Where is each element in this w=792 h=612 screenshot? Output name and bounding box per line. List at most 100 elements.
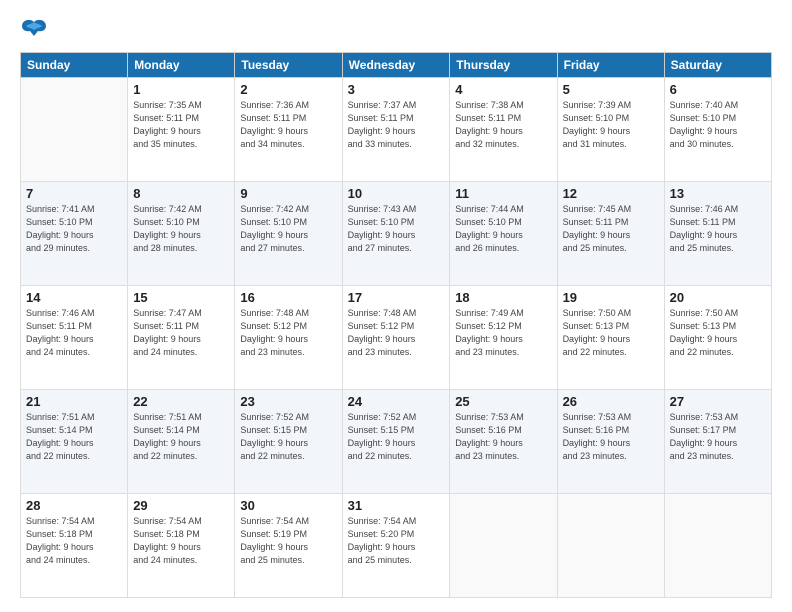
day-info: Sunrise: 7:46 AMSunset: 5:11 PMDaylight:… (670, 203, 766, 255)
day-info: Sunrise: 7:52 AMSunset: 5:15 PMDaylight:… (348, 411, 445, 463)
calendar-cell: 7 Sunrise: 7:41 AMSunset: 5:10 PMDaylight… (21, 182, 128, 286)
calendar-cell: 20Sunrise: 7:50 AMSunset: 5:13 PMDayligh… (664, 286, 771, 390)
day-info: Sunrise: 7:43 AMSunset: 5:10 PMDaylight:… (348, 203, 445, 255)
calendar-cell: 27Sunrise: 7:53 AMSunset: 5:17 PMDayligh… (664, 390, 771, 494)
calendar-cell: 11 Sunrise: 7:44 AMSunset: 5:10 PMDayligh… (450, 182, 557, 286)
day-number: 8 (133, 186, 229, 201)
week-row-5: 28 Sunrise: 7:54 AMSunset: 5:18 PMDayligh… (21, 494, 772, 598)
calendar-cell: 31 Sunrise: 7:54 AMSunset: 5:20 PMDayligh… (342, 494, 450, 598)
header-day-friday: Friday (557, 53, 664, 78)
calendar-cell: 16 Sunrise: 7:48 AMSunset: 5:12 PMDayligh… (235, 286, 342, 390)
day-number: 14 (26, 290, 122, 305)
week-row-4: 21Sunrise: 7:51 AMSunset: 5:14 PMDayligh… (21, 390, 772, 494)
calendar-cell: 17 Sunrise: 7:48 AMSunset: 5:12 PMDayligh… (342, 286, 450, 390)
calendar-cell: 18 Sunrise: 7:49 AMSunset: 5:12 PMDayligh… (450, 286, 557, 390)
calendar-cell: 3 Sunrise: 7:37 AMSunset: 5:11 PMDaylight… (342, 78, 450, 182)
day-number: 23 (240, 394, 336, 409)
day-info: Sunrise: 7:54 AMSunset: 5:18 PMDaylight:… (26, 515, 122, 567)
header-row: SundayMondayTuesdayWednesdayThursdayFrid… (21, 53, 772, 78)
day-number: 3 (348, 82, 445, 97)
calendar-cell: 10Sunrise: 7:43 AMSunset: 5:10 PMDayligh… (342, 182, 450, 286)
day-number: 24 (348, 394, 445, 409)
day-number: 28 (26, 498, 122, 513)
day-number: 22 (133, 394, 229, 409)
day-number: 11 (455, 186, 551, 201)
day-number: 4 (455, 82, 551, 97)
day-info: Sunrise: 7:54 AMSunset: 5:18 PMDaylight:… (133, 515, 229, 567)
header-day-sunday: Sunday (21, 53, 128, 78)
day-info: Sunrise: 7:53 AMSunset: 5:17 PMDaylight:… (670, 411, 766, 463)
calendar-cell: 9Sunrise: 7:42 AMSunset: 5:10 PMDaylight… (235, 182, 342, 286)
calendar-cell: 12Sunrise: 7:45 AMSunset: 5:11 PMDayligh… (557, 182, 664, 286)
calendar-cell: 15Sunrise: 7:47 AMSunset: 5:11 PMDayligh… (128, 286, 235, 390)
calendar-cell: 26 Sunrise: 7:53 AMSunset: 5:16 PMDayligh… (557, 390, 664, 494)
header-day-saturday: Saturday (664, 53, 771, 78)
day-info: Sunrise: 7:48 AMSunset: 5:12 PMDaylight:… (348, 307, 445, 359)
day-info: Sunrise: 7:44 AMSunset: 5:10 PMDaylight:… (455, 203, 551, 255)
day-number: 13 (670, 186, 766, 201)
logo-icon (20, 18, 48, 42)
calendar-cell (21, 78, 128, 182)
day-info: Sunrise: 7:49 AMSunset: 5:12 PMDaylight:… (455, 307, 551, 359)
calendar-cell: 25 Sunrise: 7:53 AMSunset: 5:16 PMDayligh… (450, 390, 557, 494)
calendar-cell: 29 Sunrise: 7:54 AMSunset: 5:18 PMDayligh… (128, 494, 235, 598)
calendar-cell (557, 494, 664, 598)
calendar-cell: 22 Sunrise: 7:51 AMSunset: 5:14 PMDayligh… (128, 390, 235, 494)
day-number: 29 (133, 498, 229, 513)
calendar-cell: 21Sunrise: 7:51 AMSunset: 5:14 PMDayligh… (21, 390, 128, 494)
day-info: Sunrise: 7:42 AMSunset: 5:10 PMDaylight:… (240, 203, 336, 255)
week-row-2: 7 Sunrise: 7:41 AMSunset: 5:10 PMDaylight… (21, 182, 772, 286)
day-number: 7 (26, 186, 122, 201)
day-info: Sunrise: 7:36 AMSunset: 5:11 PMDaylight:… (240, 99, 336, 151)
header-day-monday: Monday (128, 53, 235, 78)
calendar-cell: 19 Sunrise: 7:50 AMSunset: 5:13 PMDayligh… (557, 286, 664, 390)
calendar-cell: 8 Sunrise: 7:42 AMSunset: 5:10 PMDaylight… (128, 182, 235, 286)
day-info: Sunrise: 7:48 AMSunset: 5:12 PMDaylight:… (240, 307, 336, 359)
day-info: Sunrise: 7:52 AMSunset: 5:15 PMDaylight:… (240, 411, 336, 463)
day-info: Sunrise: 7:51 AMSunset: 5:14 PMDaylight:… (26, 411, 122, 463)
day-info: Sunrise: 7:38 AMSunset: 5:11 PMDaylight:… (455, 99, 551, 151)
day-info: Sunrise: 7:53 AMSunset: 5:16 PMDaylight:… (563, 411, 659, 463)
calendar-table: SundayMondayTuesdayWednesdayThursdayFrid… (20, 52, 772, 598)
day-number: 20 (670, 290, 766, 305)
day-number: 31 (348, 498, 445, 513)
calendar-body: 1Sunrise: 7:35 AMSunset: 5:11 PMDaylight… (21, 78, 772, 598)
day-info: Sunrise: 7:37 AMSunset: 5:11 PMDaylight:… (348, 99, 445, 151)
day-info: Sunrise: 7:42 AMSunset: 5:10 PMDaylight:… (133, 203, 229, 255)
calendar-cell: 2 Sunrise: 7:36 AMSunset: 5:11 PMDaylight… (235, 78, 342, 182)
week-row-3: 14 Sunrise: 7:46 AMSunset: 5:11 PMDayligh… (21, 286, 772, 390)
calendar-cell: 6Sunrise: 7:40 AMSunset: 5:10 PMDaylight… (664, 78, 771, 182)
day-number: 6 (670, 82, 766, 97)
day-info: Sunrise: 7:51 AMSunset: 5:14 PMDaylight:… (133, 411, 229, 463)
page: SundayMondayTuesdayWednesdayThursdayFrid… (0, 0, 792, 612)
day-number: 18 (455, 290, 551, 305)
day-info: Sunrise: 7:45 AMSunset: 5:11 PMDaylight:… (563, 203, 659, 255)
header-day-tuesday: Tuesday (235, 53, 342, 78)
header-day-wednesday: Wednesday (342, 53, 450, 78)
week-row-1: 1Sunrise: 7:35 AMSunset: 5:11 PMDaylight… (21, 78, 772, 182)
day-info: Sunrise: 7:41 AMSunset: 5:10 PMDaylight:… (26, 203, 122, 255)
calendar-cell: 5 Sunrise: 7:39 AMSunset: 5:10 PMDaylight… (557, 78, 664, 182)
calendar-cell: 13 Sunrise: 7:46 AMSunset: 5:11 PMDayligh… (664, 182, 771, 286)
day-number: 26 (563, 394, 659, 409)
calendar-cell: 14 Sunrise: 7:46 AMSunset: 5:11 PMDayligh… (21, 286, 128, 390)
header (20, 18, 772, 42)
header-day-thursday: Thursday (450, 53, 557, 78)
day-number: 17 (348, 290, 445, 305)
calendar-cell (664, 494, 771, 598)
day-number: 2 (240, 82, 336, 97)
logo (20, 18, 52, 42)
day-info: Sunrise: 7:46 AMSunset: 5:11 PMDaylight:… (26, 307, 122, 359)
day-number: 1 (133, 82, 229, 97)
calendar-cell: 1Sunrise: 7:35 AMSunset: 5:11 PMDaylight… (128, 78, 235, 182)
day-number: 16 (240, 290, 336, 305)
day-info: Sunrise: 7:53 AMSunset: 5:16 PMDaylight:… (455, 411, 551, 463)
day-info: Sunrise: 7:54 AMSunset: 5:20 PMDaylight:… (348, 515, 445, 567)
day-number: 25 (455, 394, 551, 409)
day-number: 19 (563, 290, 659, 305)
calendar-cell: 4 Sunrise: 7:38 AMSunset: 5:11 PMDaylight… (450, 78, 557, 182)
day-info: Sunrise: 7:39 AMSunset: 5:10 PMDaylight:… (563, 99, 659, 151)
day-info: Sunrise: 7:47 AMSunset: 5:11 PMDaylight:… (133, 307, 229, 359)
day-number: 5 (563, 82, 659, 97)
day-info: Sunrise: 7:50 AMSunset: 5:13 PMDaylight:… (563, 307, 659, 359)
